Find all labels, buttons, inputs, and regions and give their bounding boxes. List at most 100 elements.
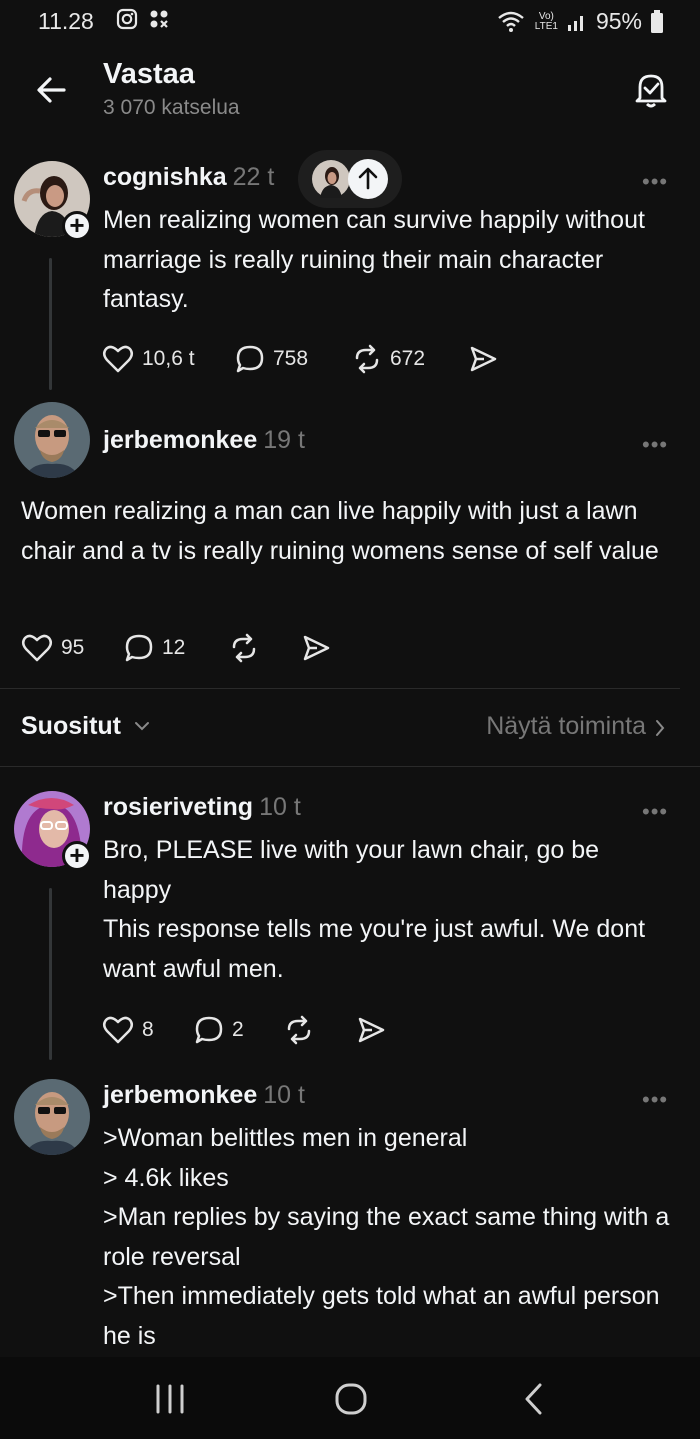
divider bbox=[0, 688, 680, 689]
signal-icon bbox=[567, 15, 583, 31]
back-chevron-icon bbox=[525, 1383, 542, 1415]
more-options-button[interactable]: ••• bbox=[642, 1087, 672, 1112]
post-jerbemonkee-reply: jerbemonkee 10 t ••• >Woman belittles men… bbox=[0, 1073, 700, 1357]
thread-line bbox=[49, 258, 52, 390]
post-jerbemonkee-main: jerbemonkee 19 t ••• Women realizing a ma… bbox=[0, 400, 700, 690]
arrow-up-icon bbox=[358, 167, 378, 190]
share-button[interactable] bbox=[356, 1015, 386, 1045]
reply-count: 12 bbox=[162, 636, 186, 659]
more-options-button[interactable]: ••• bbox=[642, 432, 672, 457]
more-options-button[interactable]: ••• bbox=[642, 169, 672, 194]
notify-button[interactable] bbox=[632, 70, 670, 110]
repost-button[interactable]: 672 bbox=[352, 344, 468, 374]
reply-button[interactable]: 758 bbox=[235, 344, 352, 374]
post-text-line: >Man replies by saying the exact same th… bbox=[103, 1203, 670, 1271]
post-actions: 95 12 bbox=[21, 633, 331, 663]
reply-count: 2 bbox=[232, 1018, 244, 1041]
repost-count: 672 bbox=[390, 347, 426, 370]
context-avatar bbox=[312, 160, 350, 198]
follow-plus-button[interactable]: + bbox=[62, 211, 92, 241]
plus-icon: + bbox=[69, 840, 85, 870]
thread-line bbox=[49, 888, 52, 1060]
battery-icon bbox=[651, 9, 663, 33]
repost-icon bbox=[355, 344, 379, 374]
follow-plus-button[interactable]: + bbox=[62, 841, 92, 871]
heart-icon bbox=[22, 634, 52, 662]
share-icon bbox=[358, 1017, 385, 1043]
post-username[interactable]: rosieriveting 10 t bbox=[103, 793, 301, 822]
instagram-icon bbox=[116, 8, 138, 30]
post-actions: 10,6 t 758 672 bbox=[102, 344, 498, 374]
battery-percent: 95% bbox=[595, 8, 642, 34]
like-count: 8 bbox=[142, 1018, 154, 1041]
page-title: Vastaa bbox=[103, 58, 195, 90]
post-text-line: >Then immediately gets told what an awfu… bbox=[103, 1282, 660, 1350]
post-text: Men realizing women can survive happily … bbox=[103, 206, 645, 313]
plus-icon: + bbox=[69, 210, 85, 240]
like-button[interactable]: 10,6 t bbox=[102, 344, 235, 374]
app-notification-icon bbox=[150, 10, 168, 28]
header: Vastaa 3 070 katselua bbox=[0, 52, 700, 132]
back-button[interactable] bbox=[34, 72, 70, 108]
repost-button[interactable] bbox=[229, 633, 301, 663]
home-icon bbox=[335, 1383, 367, 1415]
system-nav-bar bbox=[0, 1357, 700, 1439]
avatar-image bbox=[14, 1079, 90, 1155]
back-arrow-icon bbox=[37, 77, 66, 103]
more-icon: ••• bbox=[642, 799, 669, 824]
like-count: 10,6 t bbox=[142, 347, 195, 370]
avatar-image bbox=[14, 402, 90, 478]
share-button[interactable] bbox=[301, 633, 331, 663]
chevron-right-icon bbox=[656, 720, 665, 736]
more-options-button[interactable]: ••• bbox=[642, 799, 672, 824]
post-text-line: >Woman belittles men in general bbox=[103, 1124, 468, 1152]
network-type: Vo) LTE1 bbox=[534, 10, 558, 32]
repost-button[interactable] bbox=[284, 1015, 356, 1045]
status-time: 11.28 bbox=[38, 8, 94, 34]
more-icon: ••• bbox=[642, 1087, 669, 1112]
comment-icon bbox=[195, 1016, 223, 1044]
post-text-line: Bro, PLEASE live with your lawn chair, g… bbox=[103, 836, 600, 904]
reply-button[interactable]: 12 bbox=[124, 633, 229, 663]
home-button[interactable] bbox=[331, 1379, 371, 1419]
share-icon bbox=[303, 635, 330, 661]
scroll-up-button[interactable] bbox=[348, 159, 388, 199]
post-text: Women realizing a man can live happily w… bbox=[21, 497, 659, 565]
comment-icon bbox=[125, 634, 153, 662]
like-count: 95 bbox=[61, 636, 85, 659]
post-username[interactable]: jerbemonkee 19 t bbox=[103, 426, 305, 455]
screen: 11.28 Vo) LTE1 95% Vastaa 3 070 katselua bbox=[0, 0, 700, 1439]
like-button[interactable]: 95 bbox=[21, 633, 124, 663]
view-activity-link[interactable]: Näytä toiminta bbox=[486, 712, 646, 741]
more-icon: ••• bbox=[642, 169, 669, 194]
like-button[interactable]: 8 bbox=[102, 1015, 194, 1045]
wifi-icon bbox=[498, 11, 524, 32]
post-cognishka: + cognishka 22 t ••• Men realizing women … bbox=[0, 150, 700, 395]
share-button[interactable] bbox=[468, 344, 498, 374]
system-back-button[interactable] bbox=[514, 1379, 554, 1419]
post-username[interactable]: jerbemonkee 10 t bbox=[103, 1081, 305, 1110]
reply-context-chip[interactable] bbox=[298, 150, 402, 208]
post-username[interactable]: cognishka 22 t bbox=[103, 163, 274, 192]
avatar[interactable] bbox=[14, 1079, 90, 1155]
post-rosieriveting: + rosieriveting 10 t ••• Bro, PLEASE live… bbox=[0, 785, 700, 1065]
status-notification-icons bbox=[116, 8, 170, 30]
sort-row: Suositut Näytä toiminta bbox=[0, 700, 700, 754]
sort-dropdown[interactable]: Suositut bbox=[21, 712, 121, 741]
post-text: Bro, PLEASE live with your lawn chair, g… bbox=[103, 831, 673, 989]
reply-button[interactable]: 2 bbox=[194, 1015, 284, 1045]
repost-icon bbox=[287, 1015, 311, 1045]
chevron-down-icon bbox=[135, 722, 149, 731]
view-count: 3 070 katselua bbox=[103, 96, 240, 119]
avatar[interactable] bbox=[14, 402, 90, 478]
more-icon: ••• bbox=[642, 432, 669, 457]
recent-apps-icon bbox=[156, 1384, 184, 1414]
heart-icon bbox=[103, 1016, 133, 1044]
recent-apps-button[interactable] bbox=[150, 1379, 190, 1419]
post-text-line: > 4.6k likes bbox=[103, 1163, 229, 1192]
reply-count: 758 bbox=[273, 347, 309, 370]
bell-check-icon bbox=[635, 74, 667, 108]
post-text: >Woman belittles men in general > 4.6k l… bbox=[103, 1119, 673, 1356]
post-text-line: This response tells me you're just awful… bbox=[103, 915, 646, 983]
heart-icon bbox=[103, 345, 133, 373]
